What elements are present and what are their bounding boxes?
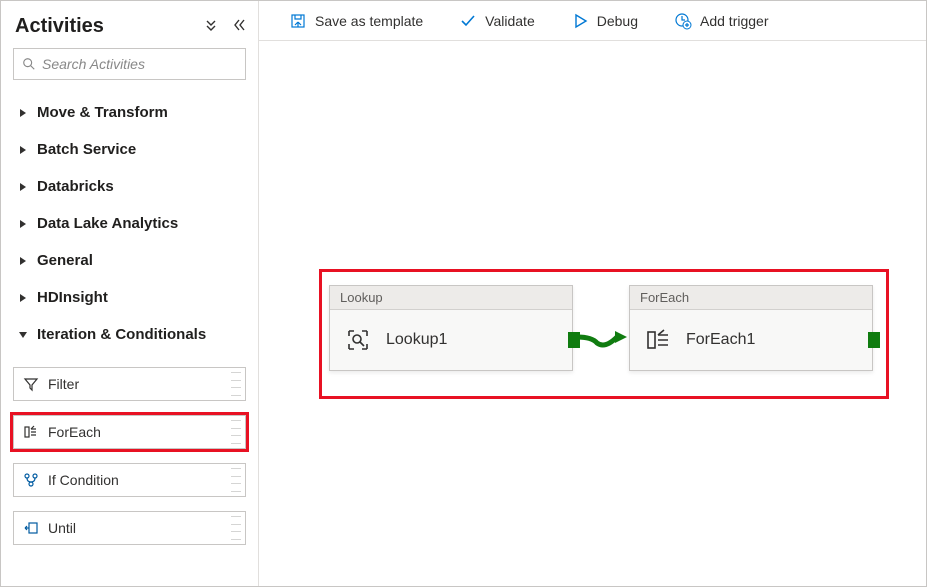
node-body: Lookup1: [330, 310, 572, 370]
collapse-panel-icon[interactable]: [232, 18, 246, 35]
activities-search-input[interactable]: [42, 56, 237, 72]
activity-label: If Condition: [48, 472, 119, 488]
connector-lookup-foreach[interactable]: [577, 325, 629, 349]
add-trigger-button[interactable]: Add trigger: [674, 12, 768, 30]
button-label: Validate: [485, 13, 535, 29]
button-label: Add trigger: [700, 13, 768, 29]
category-iteration-conditionals[interactable]: Iteration & Conditionals: [13, 316, 246, 353]
foreach-icon: [644, 326, 672, 354]
caret-right-icon: [15, 219, 31, 229]
drag-handle-icon[interactable]: [231, 420, 241, 444]
branch-icon: [22, 472, 40, 488]
activities-title: Activities: [15, 15, 104, 38]
button-label: Save as template: [315, 13, 423, 29]
caret-down-icon: [15, 330, 31, 340]
caret-right-icon: [15, 108, 31, 118]
foreach-icon: [22, 424, 40, 440]
iteration-activities-list: Filter ForEach If Condition Until: [13, 353, 246, 545]
category-databricks[interactable]: Databricks: [13, 168, 246, 205]
activities-search[interactable]: [13, 48, 246, 80]
activity-label: ForEach: [48, 424, 101, 440]
caret-right-icon: [15, 182, 31, 192]
drag-handle-icon[interactable]: [231, 468, 241, 492]
caret-right-icon: [15, 145, 31, 155]
expand-all-icon[interactable]: [204, 18, 218, 35]
search-icon: [22, 57, 36, 71]
category-move-transform[interactable]: Move & Transform: [13, 94, 246, 131]
category-batch-service[interactable]: Batch Service: [13, 131, 246, 168]
activities-panel: Activities Move & Transform Batch Servic…: [1, 1, 259, 586]
node-foreach[interactable]: ForEach ForEach1: [629, 285, 873, 371]
play-icon: [571, 12, 589, 30]
checkmark-icon: [459, 12, 477, 30]
caret-right-icon: [15, 293, 31, 303]
node-type-label: ForEach: [630, 286, 872, 310]
drag-handle-icon[interactable]: [231, 516, 241, 540]
category-label: HDInsight: [37, 289, 108, 306]
button-label: Debug: [597, 13, 638, 29]
filter-icon: [22, 376, 40, 392]
category-label: Databricks: [37, 178, 114, 195]
node-name: ForEach1: [686, 331, 755, 349]
activities-header: Activities: [13, 9, 246, 48]
save-template-button[interactable]: Save as template: [289, 12, 423, 30]
validate-button[interactable]: Validate: [459, 12, 535, 30]
output-port[interactable]: [868, 332, 880, 348]
activity-label: Until: [48, 520, 76, 536]
until-icon: [22, 520, 40, 536]
template-icon: [289, 12, 307, 30]
node-name: Lookup1: [386, 331, 447, 349]
drag-handle-icon[interactable]: [231, 372, 241, 396]
category-label: Iteration & Conditionals: [37, 326, 206, 343]
node-lookup[interactable]: Lookup Lookup1: [329, 285, 573, 371]
caret-right-icon: [15, 256, 31, 266]
activities-header-controls: [204, 18, 246, 35]
category-label: Data Lake Analytics: [37, 215, 178, 232]
category-data-lake-analytics[interactable]: Data Lake Analytics: [13, 205, 246, 242]
category-label: Move & Transform: [37, 104, 168, 121]
pipeline-canvas[interactable]: Lookup Lookup1 ForEach ForEach1: [259, 41, 926, 586]
activity-label: Filter: [48, 376, 79, 392]
activity-until[interactable]: Until: [13, 511, 246, 545]
add-trigger-icon: [674, 12, 692, 30]
activity-filter[interactable]: Filter: [13, 367, 246, 401]
category-label: Batch Service: [37, 141, 136, 158]
node-body: ForEach1: [630, 310, 872, 370]
pipeline-toolbar: Save as template Validate Debug Add trig…: [259, 1, 926, 41]
activity-if-condition[interactable]: If Condition: [13, 463, 246, 497]
category-general[interactable]: General: [13, 242, 246, 279]
debug-button[interactable]: Debug: [571, 12, 638, 30]
activity-foreach[interactable]: ForEach: [13, 415, 246, 449]
main-area: Save as template Validate Debug Add trig…: [259, 1, 926, 586]
node-type-label: Lookup: [330, 286, 572, 310]
category-label: General: [37, 252, 93, 269]
lookup-icon: [344, 326, 372, 354]
category-hdinsight[interactable]: HDInsight: [13, 279, 246, 316]
